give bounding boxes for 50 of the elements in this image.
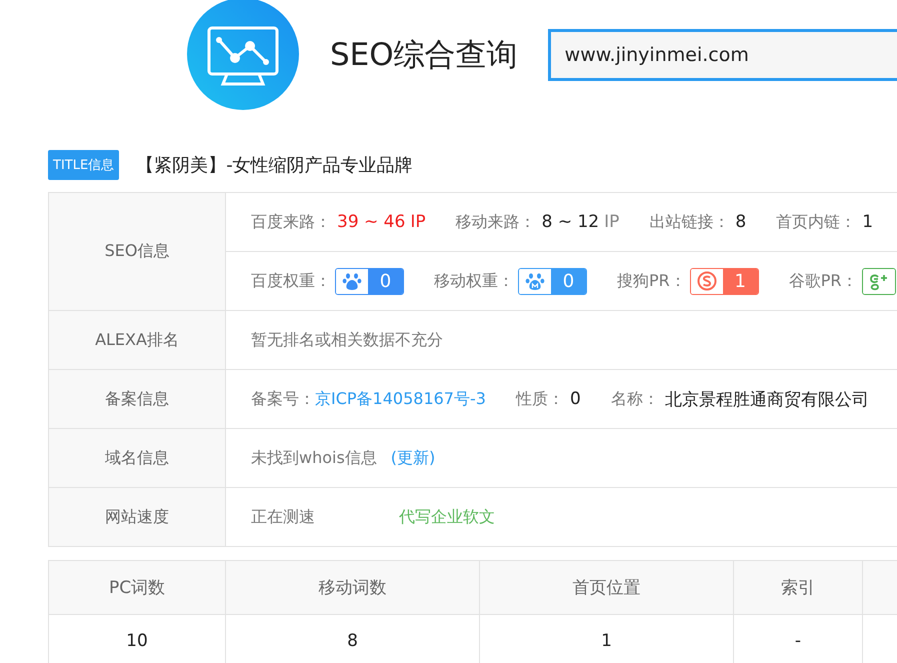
field-label: 百度来路： (251, 212, 331, 232)
rank-badge[interactable] (862, 268, 896, 294)
field-value: 0 (570, 389, 581, 409)
unit-label: IP (410, 212, 426, 232)
field-value: 8 (735, 212, 746, 232)
unit-label: IP (604, 212, 620, 232)
field-label: 移动权重： (434, 270, 514, 292)
field-value: 39 ~ 46 (337, 212, 406, 232)
table-cell: 8 (226, 615, 480, 663)
rank-badge[interactable]: 0 (518, 268, 587, 294)
field-label: 首页内链： (776, 212, 856, 232)
row-label: SEO信息 (49, 193, 226, 310)
row-label: ALEXA排名 (49, 311, 226, 369)
field-value: 1 (862, 212, 874, 232)
field-label: 名称： (610, 388, 659, 410)
table-cell: 1 (480, 615, 734, 663)
s-circle-icon (696, 271, 717, 291)
paw-icon (525, 271, 545, 291)
site-title-text: 【紧阴美】-女性缩阴产品专业品牌 (136, 154, 413, 176)
column-header: 移动词数 (226, 561, 480, 614)
field-value: 北京景程胜通商贸有限公司 (664, 388, 869, 410)
monitor-chart-logo-icon (187, 0, 299, 110)
rank-badge[interactable]: 0 (335, 268, 404, 294)
table-cell: 10 (49, 615, 226, 663)
rank-badge[interactable]: 1 (690, 268, 759, 294)
row-label: 网站速度 (49, 488, 226, 546)
table-cell: - (734, 615, 863, 663)
field-label: 备案号： (251, 388, 315, 410)
icp-number-link[interactable]: 京ICP备14058167号-3 (315, 388, 486, 410)
speed-status-text: 正在测速 (251, 506, 315, 528)
field-label: 搜狗PR： (617, 270, 686, 292)
field-label: 性质： (516, 388, 564, 410)
whois-status-text: 未找到whois信息 (251, 448, 377, 468)
column-header: 首页位置 (480, 561, 734, 614)
field-label: 百度权重： (251, 270, 331, 292)
row-label: 域名信息 (49, 429, 226, 487)
field-label: 谷歌PR： (788, 270, 858, 292)
update-link[interactable]: (更新) (390, 448, 436, 468)
field-value: 8 ~ 12 (542, 212, 600, 232)
field-label: 移动来路： (456, 212, 536, 232)
column-header: 索引 (734, 561, 863, 614)
alexa-rank-text: 暂无排名或相关数据不充分 (251, 330, 443, 350)
title-info-badge: TITLE信息 (48, 150, 120, 180)
page-title: SEO综合查询 (330, 36, 518, 75)
domain-search-field[interactable]: www.jinyinmei.com (548, 29, 897, 81)
field-label: 出站链接： (649, 212, 730, 232)
paw-icon (342, 271, 362, 291)
column-header: PC词数 (49, 561, 226, 614)
row-label: 备案信息 (49, 370, 226, 428)
ad-link[interactable]: 代写企业软文 (399, 506, 495, 528)
